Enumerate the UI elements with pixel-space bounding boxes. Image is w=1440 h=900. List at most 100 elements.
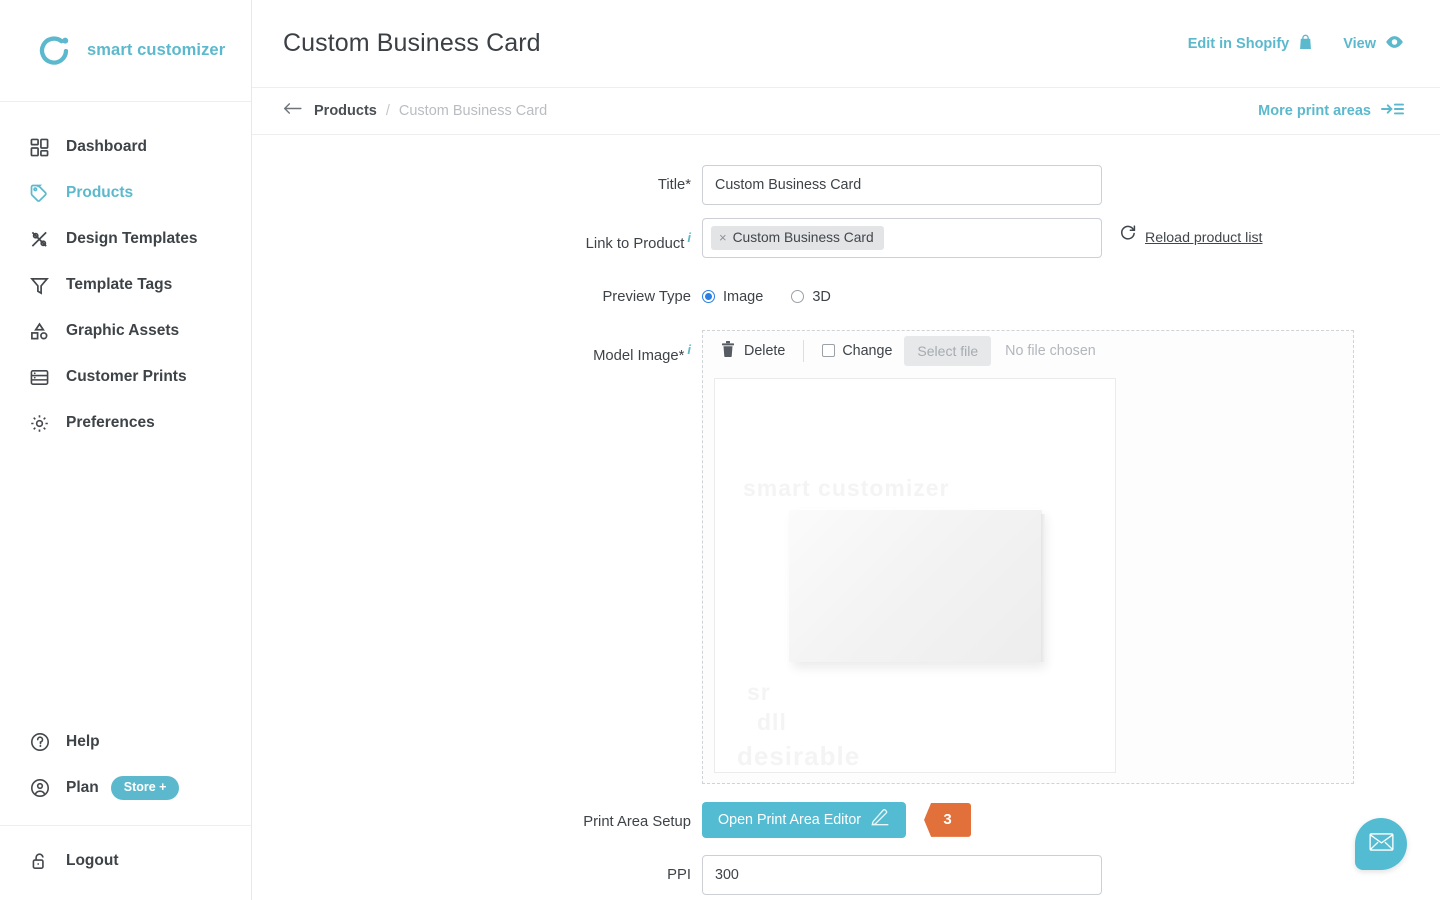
sidebar-item-products[interactable]: Products [0,170,251,216]
field-row-link-to-product: Link to Producti × Custom Business Card [252,218,1440,264]
open-print-area-editor-label: Open Print Area Editor [718,811,862,828]
sidebar-bottom-nav: Help Plan Store + Logout [0,719,251,900]
design-tools-icon [30,230,60,249]
sidebar-item-label: Graphic Assets [66,322,180,339]
field-row-model-image: Model Image* i Delete Change Select file… [252,329,1440,784]
sidebar-item-graphic-assets[interactable]: Graphic Assets [0,308,251,354]
info-icon[interactable]: i [687,230,691,245]
model-image-label-text: Model Image* [593,347,685,364]
radio-image-label: Image [723,288,764,305]
radio-image[interactable]: Image [702,277,763,317]
product-chip[interactable]: × Custom Business Card [711,226,884,250]
preview-type-radiogroup: Image 3D [702,277,831,317]
top-bar-actions: Edit in Shopify View [1188,34,1404,54]
sidebar-item-logout[interactable]: Logout [0,838,251,884]
link-to-product-tagbox[interactable]: × Custom Business Card [702,218,1102,258]
radio-dot-image[interactable] [702,290,715,304]
model-image-label: Model Image* i [252,330,702,376]
view-label: View [1343,35,1376,52]
model-image-panel: Delete Change Select file No file chosen… [702,329,1354,784]
shapes-icon [30,322,60,341]
field-row-title: Title* [252,165,1440,205]
breadcrumb-parent[interactable]: Products [314,103,377,119]
model-image-no-file-label: No file chosen [1005,342,1096,359]
watermark-text: sr [747,678,771,705]
edit-in-shopify-button[interactable]: Edit in Shopify [1188,34,1314,54]
arrow-left-icon [283,102,302,120]
unlock-icon [30,852,60,871]
checkbox-box[interactable] [822,344,836,358]
title-input[interactable] [702,165,1102,205]
sidebar-item-plan[interactable]: Plan Store + [0,765,251,811]
breadcrumb-current: Custom Business Card [398,103,548,119]
print-rows-icon [30,368,60,387]
sidebar-item-customer-prints[interactable]: Customer Prints [0,354,251,400]
info-icon[interactable]: i [687,342,691,357]
gear-icon [30,414,60,433]
sidebar-item-preferences[interactable]: Preferences [0,400,251,446]
sidebar-item-label: Template Tags [66,276,173,293]
sidebar-item-label: Plan [66,779,99,796]
watermark-text: dll [757,708,787,735]
chip-remove-icon[interactable]: × [719,230,727,245]
more-print-areas-label: More print areas [1258,103,1371,119]
open-print-area-editor-button[interactable]: Open Print Area Editor [702,801,907,838]
sidebar-item-template-tags[interactable]: Template Tags [0,262,251,308]
reload-product-list-button[interactable]: Reload product list [1120,218,1263,258]
radio-dot-3d[interactable] [791,290,805,304]
circle-dot-logo-icon [36,33,72,69]
sidebar-nav: Dashboard Products Design Templates Temp… [0,102,251,446]
more-print-areas-button[interactable]: More print areas [1258,102,1404,120]
sidebar-item-dashboard[interactable]: Dashboard [0,124,251,170]
link-to-product-label-text: Link to Product [585,235,685,252]
product-form: Title* Link to Producti × Custom Busines… [252,135,1440,900]
step-badge-3: 3 [924,802,972,837]
ppi-input[interactable] [702,854,1102,895]
title-label: Title* [657,177,691,193]
sidebar-item-label: Preferences [66,414,155,431]
field-row-print-area-setup: Print Area Setup Open Print Area Editor … [252,801,1440,842]
change-image-label: Change [842,342,893,359]
sidebar-item-design-templates[interactable]: Design Templates [0,216,251,262]
sidebar-item-label: Design Templates [66,230,198,247]
funnel-icon [30,276,60,295]
view-button[interactable]: View [1343,35,1404,53]
radio-3d[interactable]: 3D [791,277,831,317]
main-content: Custom Business Card Edit in Shopify Vie… [252,0,1440,900]
chip-label: Custom Business Card [732,230,874,245]
top-bar: Custom Business Card Edit in Shopify Vie… [252,0,1440,88]
question-circle-icon [30,732,60,752]
page-title: Custom Business Card [283,29,541,57]
delete-image-label: Delete [744,342,786,359]
link-to-product-label: Link to Product i [252,218,702,264]
model-image-select-file-button[interactable]: Select file [904,335,992,366]
sidebar-item-label: Logout [66,852,119,869]
tag-icon [30,184,60,203]
change-image-checkbox[interactable]: Change [822,343,892,359]
sidebar-item-help[interactable]: Help [0,719,251,765]
sidebar-item-label: Customer Prints [66,368,187,385]
breadcrumb: Products / Custom Business Card More pri… [252,88,1440,135]
dashboard-grid-icon [30,138,60,157]
eye-icon [1385,35,1404,53]
back-button[interactable]: Products [283,102,377,120]
logo-text: smart customizer [87,41,226,59]
sidebar-item-label: Help [66,733,100,750]
plan-badge[interactable]: Store + [110,776,180,800]
print-area-label: Print Area Setup [583,813,691,830]
model-image-toolbar: Delete Change Select file No file chosen [703,331,1353,371]
field-row-preview-type: Preview Type Image 3D [252,277,1440,317]
model-image-preview[interactable]: smart customizer sr dll desirable [714,377,1116,773]
logo[interactable]: smart customizer [0,0,251,102]
sidebar-item-label: Products [66,184,134,201]
watermark-text: desirable [737,740,861,771]
sidebar-divider [0,825,251,826]
chat-support-button[interactable] [1355,818,1407,870]
refresh-icon [1120,218,1136,258]
reload-product-list-label: Reload product list [1145,230,1263,246]
business-card-mockup [789,509,1045,662]
edit-pencil-icon [871,809,890,830]
delete-image-button[interactable]: Delete [721,340,786,361]
edit-in-shopify-label: Edit in Shopify [1187,35,1290,52]
radio-3d-label: 3D [812,288,831,305]
